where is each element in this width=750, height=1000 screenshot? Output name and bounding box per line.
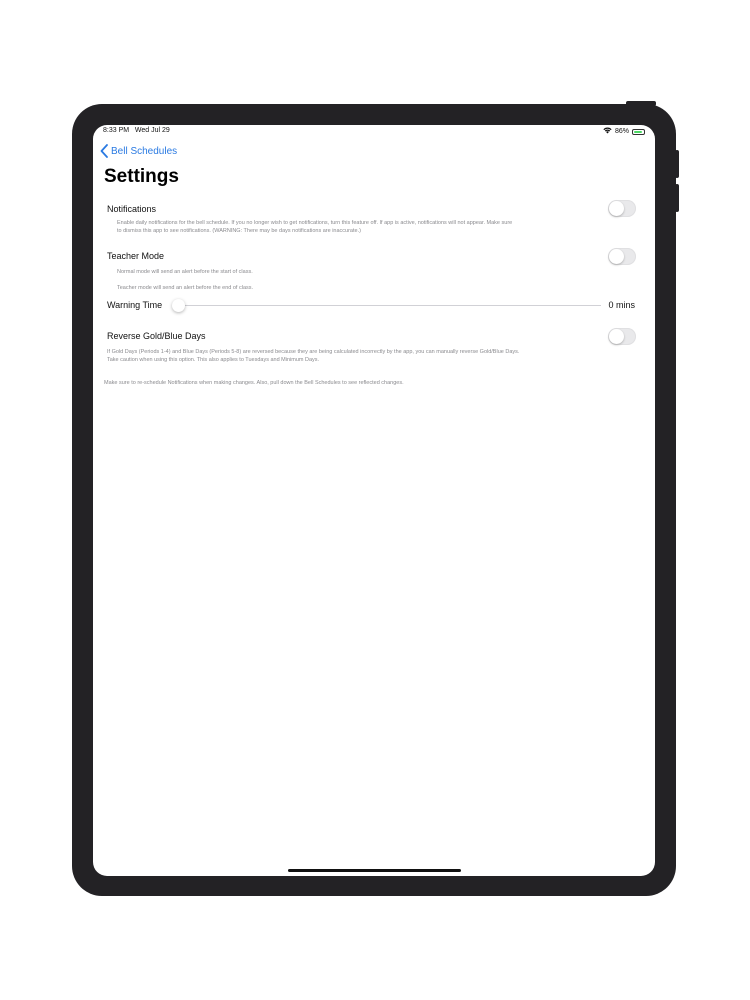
notifications-label: Notifications	[107, 204, 157, 214]
reverse-days-description: If Gold Days (Periods 1-4) and Blue Days…	[107, 349, 647, 364]
notifications-description: Enable daily notifications for the bell …	[117, 220, 637, 235]
toggle-knob	[609, 249, 624, 264]
back-button[interactable]: Bell Schedules	[100, 144, 177, 158]
toggle-knob	[609, 329, 624, 344]
battery-fill	[634, 130, 642, 133]
reverse-days-description-line1: If Gold Days (Periods 1-4) and Blue Days…	[107, 349, 520, 355]
status-indicators: 86%	[603, 127, 645, 136]
teacher-mode-label: Teacher Mode	[107, 251, 165, 261]
back-button-label: Bell Schedules	[111, 145, 178, 157]
reverse-days-toggle[interactable]	[608, 328, 636, 345]
notifications-description-line1: Enable daily notifications for the bell …	[117, 220, 513, 226]
battery-percent: 86%	[614, 128, 629, 135]
battery-icon	[632, 128, 645, 135]
teacher-mode-toggle[interactable]	[608, 248, 636, 265]
volume-down-button	[675, 184, 679, 212]
normal-mode-description: Normal mode will send an alert before th…	[117, 269, 253, 275]
status-bar: 8:33 PM Wed Jul 29 86%	[93, 125, 655, 139]
status-date: Wed Jul 29	[134, 127, 170, 134]
home-indicator[interactable]	[288, 869, 461, 872]
footer-note: Make sure to re-schedule Notifications w…	[104, 380, 404, 386]
reverse-days-label: Reverse Gold/Blue Days	[107, 331, 206, 341]
notifications-toggle[interactable]	[608, 200, 636, 217]
status-time-date: 8:33 PM Wed Jul 29	[103, 127, 170, 134]
toggle-knob	[609, 201, 624, 216]
warning-time-label: Warning Time	[107, 300, 163, 310]
wifi-icon	[603, 127, 612, 136]
chevron-left-icon	[100, 144, 108, 158]
notifications-description-line2: to dismiss this app to see notifications…	[117, 227, 361, 234]
volume-up-button	[675, 150, 679, 178]
warning-time-value: 0 mins	[608, 300, 635, 310]
warning-time-slider-track[interactable]	[179, 305, 601, 306]
page-title: Settings	[104, 166, 179, 187]
teacher-mode-description: Teacher mode will send an alert before t…	[117, 285, 254, 291]
power-button	[626, 101, 656, 106]
status-time: 8:33 PM	[103, 127, 130, 134]
reverse-days-description-line2: Take caution when using this option. Thi…	[107, 356, 320, 363]
app-screen: 8:33 PM Wed Jul 29 86% Bell Schedules Se…	[93, 125, 655, 876]
warning-time-slider-thumb[interactable]	[172, 299, 185, 312]
